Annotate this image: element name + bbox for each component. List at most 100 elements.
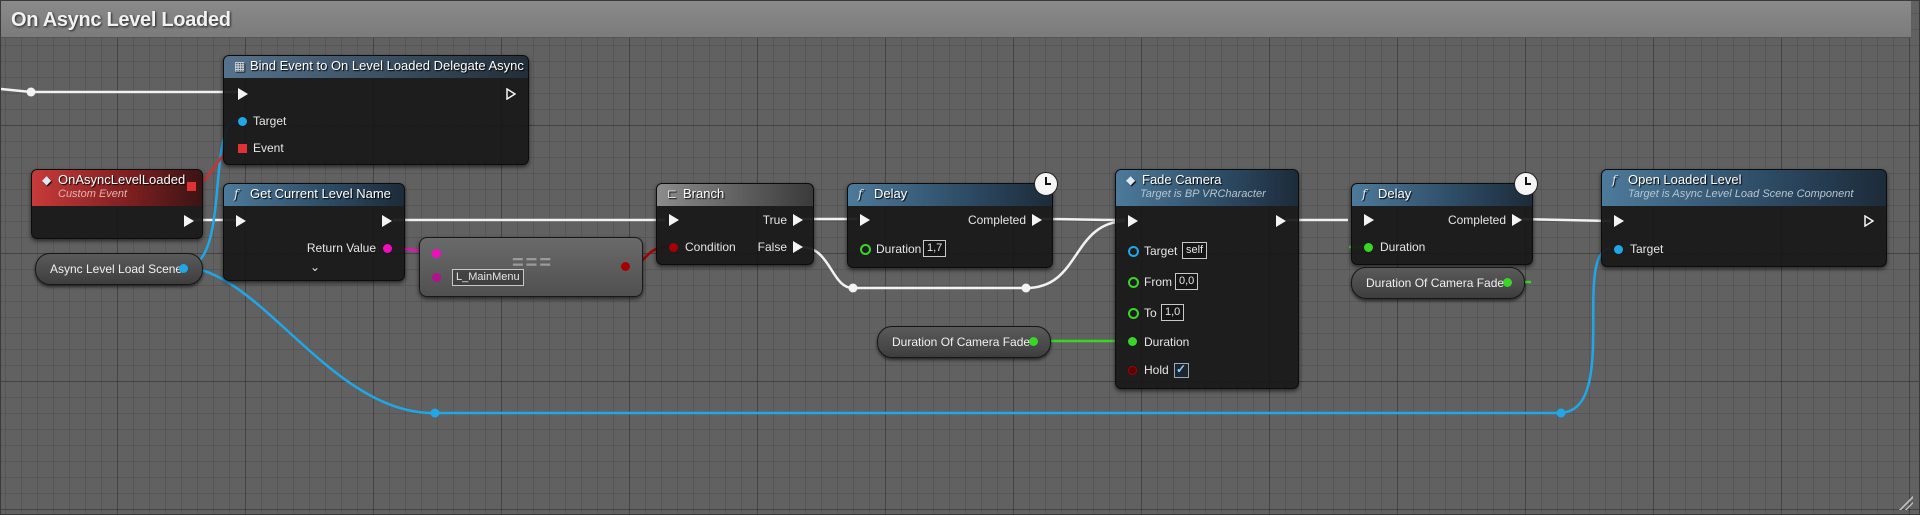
fade-camera-subtitle: Target is BP VRCharacter (1140, 188, 1266, 200)
clock-icon (1514, 172, 1538, 196)
to-value-field[interactable]: 1,0 (1161, 304, 1185, 321)
exec-in-pin[interactable] (238, 88, 248, 100)
function-icon: f (858, 187, 863, 201)
completed-exec-out-pin[interactable] (1512, 214, 1522, 226)
duration-in-pin[interactable] (1364, 243, 1373, 252)
comment-title: On Async Level Loaded (11, 9, 231, 31)
duration-value-field[interactable]: 1,7 (923, 240, 947, 257)
comment-box-header[interactable]: On Async Level Loaded (1, 1, 1911, 38)
return-value-label: Return Value (306, 241, 376, 255)
exec-out-pin[interactable] (1276, 215, 1286, 227)
event-in-pin[interactable] (238, 144, 247, 153)
false-label: False (757, 240, 787, 254)
target-in-pin[interactable] (1128, 246, 1139, 257)
branch-node[interactable]: ⊏ Branch True Condition False (656, 183, 814, 265)
target-value-field[interactable]: self (1182, 242, 1208, 259)
branch-icon: ⊏ (667, 187, 678, 201)
target-label: Target (1144, 244, 1178, 258)
duration-in-pin[interactable] (860, 244, 871, 255)
event-label: Event (253, 141, 284, 155)
bool-out-pin[interactable] (621, 262, 630, 271)
open-loaded-level-node[interactable]: f Open Loaded Level Target is Async Level… (1601, 169, 1887, 267)
condition-in-pin[interactable] (669, 243, 678, 252)
to-label: To (1144, 306, 1157, 320)
custom-event-subtitle: Custom Event (58, 188, 128, 200)
exec-in-pin[interactable] (1614, 215, 1624, 227)
open-level-subtitle: Target is Async Level Load Scene Compone… (1628, 188, 1854, 200)
exec-wire-delay-to-fade (1040, 217, 1126, 222)
open-level-title: Open Loaded Level (1628, 172, 1742, 187)
hold-checkbox[interactable] (1174, 362, 1189, 378)
target-label: Target (253, 114, 287, 128)
string-literal-field[interactable]: L_MainMenu (452, 269, 524, 286)
exec-in-pin[interactable] (1128, 215, 1138, 227)
duration-label: Duration (1380, 240, 1426, 254)
from-value-field[interactable]: 0,0 (1175, 273, 1199, 290)
condition-label: Condition (685, 240, 736, 254)
from-label: From (1144, 275, 1172, 289)
completed-exec-out-pin[interactable] (1032, 214, 1042, 226)
target-label: Target (1630, 242, 1664, 256)
delay1-title: Delay (874, 186, 908, 201)
function-icon: f (1362, 187, 1367, 201)
blueprint-graph-canvas[interactable]: On Async Level Loaded ◆ OnAsyncLevelLoad… (0, 0, 1920, 515)
duration-in-pin[interactable] (1128, 337, 1137, 346)
clock-icon (1034, 172, 1058, 196)
duration-label: Duration (1144, 335, 1190, 349)
async-level-load-scene-variable[interactable]: Async Level Load Scene (35, 253, 203, 285)
duration-of-camera-fade-variable-1[interactable]: Duration Of Camera Fade (877, 326, 1051, 358)
from-in-pin[interactable] (1128, 277, 1139, 288)
variable-name: Duration Of Camera Fade (892, 335, 1031, 349)
hold-in-pin[interactable] (1128, 366, 1137, 375)
completed-label: Completed (967, 213, 1026, 227)
custom-event-node[interactable]: ◆ OnAsyncLevelLoaded Custom Event (31, 169, 203, 239)
true-exec-out-pin[interactable] (793, 214, 803, 226)
branch-title: Branch (683, 186, 725, 201)
exec-wire-incoming (1, 87, 240, 94)
target-in-pin[interactable] (238, 117, 247, 126)
string-in-pin-a[interactable] (432, 249, 441, 258)
delegate-out-pin[interactable] (187, 182, 196, 191)
object-out-pin[interactable] (179, 264, 188, 273)
exec-out-pin[interactable] (184, 215, 194, 227)
exec-out-pin[interactable] (506, 87, 517, 101)
reroute-knot-5 (1556, 408, 1566, 418)
false-exec-out-pin[interactable] (793, 241, 803, 253)
exec-in-pin[interactable] (236, 215, 246, 227)
exec-out-pin[interactable] (1864, 214, 1875, 228)
string-in-pin-b[interactable] (432, 273, 441, 282)
function-icon: f (234, 187, 239, 201)
get-level-name-title: Get Current Level Name (250, 186, 391, 201)
variable-name: Async Level Load Scene (50, 262, 183, 276)
bind-icon: ▦ (234, 59, 246, 73)
exec-in-pin[interactable] (1364, 214, 1374, 226)
target-in-pin[interactable] (1614, 245, 1623, 254)
float-out-pin[interactable] (1029, 337, 1038, 346)
exec-in-pin[interactable] (860, 214, 870, 226)
fade-camera-title: Fade Camera (1142, 172, 1222, 187)
completed-label: Completed (1447, 213, 1506, 227)
reroute-knot-4 (430, 408, 440, 418)
delay-node-2[interactable]: f Delay Completed Duration (1351, 172, 1538, 265)
exec-out-pin[interactable] (382, 215, 392, 227)
true-label: True (762, 213, 787, 227)
get-current-level-name-node[interactable]: f Get Current Level Name Return Value ⌄ (223, 183, 405, 281)
string-equals-node[interactable]: === L_MainMenu (419, 237, 643, 297)
bind-event-title: Bind Event to On Level Loaded Delegate A… (250, 58, 524, 73)
variable-name: Duration Of Camera Fade (1366, 276, 1505, 290)
function-icon: f (1612, 173, 1617, 187)
chevron-down-icon[interactable]: ⌄ (310, 260, 320, 274)
bind-event-node[interactable]: ▦ Bind Event to On Level Loaded Delegate … (223, 55, 529, 165)
to-in-pin[interactable] (1128, 308, 1139, 319)
event-icon: ◆ (42, 173, 52, 187)
fade-camera-node[interactable]: ◆ Fade Camera Target is BP VRCharacter Ta… (1115, 169, 1299, 389)
float-out-pin[interactable] (1503, 278, 1512, 287)
delay2-title: Delay (1378, 186, 1412, 201)
duration-of-camera-fade-variable-2[interactable]: Duration Of Camera Fade (1351, 267, 1525, 299)
delay-node-1[interactable]: f Delay Completed Duration 1,7 (847, 172, 1058, 268)
reroute-knot-1 (26, 87, 36, 97)
function-icon: ◆ (1126, 173, 1136, 187)
resize-handle[interactable] (1899, 496, 1913, 510)
exec-in-pin[interactable] (669, 214, 679, 226)
return-value-pin[interactable] (383, 244, 392, 253)
